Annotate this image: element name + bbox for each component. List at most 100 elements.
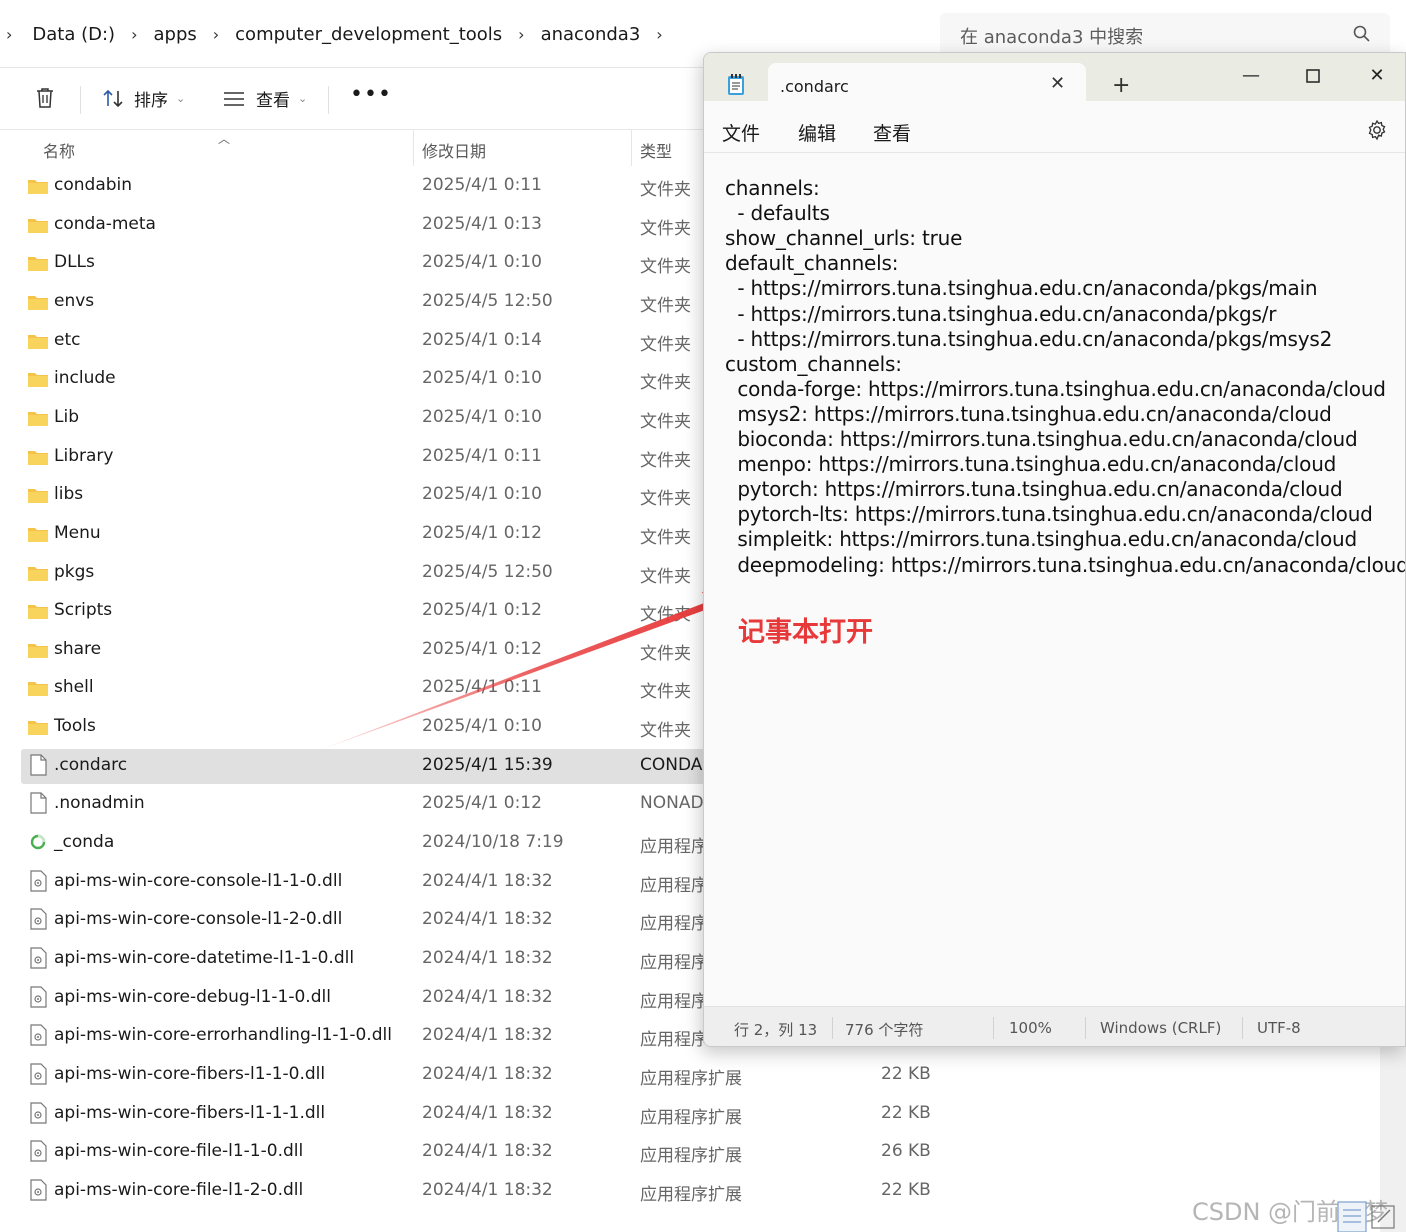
column-header-type[interactable]: 类型 (640, 138, 672, 162)
file-row[interactable]: include 2025/4/1 0:10 文件夹 (21, 362, 721, 397)
delete-button[interactable] (34, 86, 56, 110)
maximize-square-icon (1306, 69, 1320, 83)
file-row[interactable]: etc 2025/4/1 0:14 文件夹 (21, 324, 721, 359)
file-row-selected[interactable]: .condarc 2025/4/1 15:39 CONDA (21, 749, 721, 784)
file-type: 文件夹 (640, 644, 691, 664)
text-editor[interactable]: channels: - defaults show_channel_urls: t… (704, 154, 1405, 1006)
loading-icon (27, 834, 49, 852)
trash-icon (37, 88, 53, 108)
file-row[interactable]: _conda 2024/10/18 7:19 应用程序 (21, 826, 721, 861)
editor-line: show_channel_urls: true (725, 226, 963, 250)
file-modified-date: 2025/4/1 0:12 (422, 639, 542, 659)
chevron-right-icon[interactable]: › (502, 25, 540, 44)
status-divider (1242, 1017, 1243, 1039)
file-row[interactable]: shell 2025/4/1 0:11 文件夹 (21, 671, 721, 706)
list-view-icon (224, 91, 244, 106)
file-size: 22 KB (881, 1103, 931, 1123)
column-header-name[interactable]: 名称 (43, 138, 75, 162)
editor-line: - https://mirrors.tuna.tsinghua.edu.cn/a… (725, 302, 1277, 326)
file-row[interactable]: api-ms-win-core-console-l1-2-0.dll 2024/4… (21, 903, 721, 938)
status-line-ending[interactable]: Windows (CRLF) (1100, 1019, 1221, 1037)
screen: › Data (D:) › apps › computer_developmen… (0, 0, 1406, 1232)
file-modified-date: 2025/4/1 0:13 (422, 214, 542, 234)
file-row[interactable]: api-ms-win-core-errorhandling-l1-1-0.dll… (21, 1019, 721, 1054)
minimize-icon[interactable]: — (1228, 59, 1274, 93)
chevron-right-icon[interactable]: › (0, 25, 32, 44)
file-name: api-ms-win-core-fibers-l1-1-1.dll (54, 1103, 326, 1123)
file-row[interactable]: Tools 2025/4/1 0:10 文件夹 (21, 710, 721, 745)
file-row[interactable]: api-ms-win-core-datetime-l1-1-0.dll 2024/… (21, 942, 721, 977)
file-type: 文件夹 (640, 682, 691, 702)
file-name: Library (54, 446, 114, 466)
file-type: 应用程序 (640, 914, 708, 934)
menu-edit[interactable]: 编辑 (798, 119, 836, 146)
file-row[interactable]: Lib 2025/4/1 0:10 文件夹 (21, 401, 721, 436)
file-type: 文件夹 (640, 180, 691, 200)
chevron-right-icon[interactable]: › (640, 25, 678, 44)
status-encoding[interactable]: UTF-8 (1257, 1019, 1301, 1037)
chevron-right-icon[interactable]: › (197, 25, 235, 44)
file-row[interactable]: share 2025/4/1 0:12 文件夹 (21, 633, 721, 668)
file-row[interactable]: DLLs 2025/4/1 0:10 文件夹 (21, 246, 721, 281)
breadcrumb-item-drive[interactable]: Data (D:) (32, 24, 115, 45)
tab-condarc[interactable]: .condarc ✕ (768, 63, 1086, 103)
file-name: api-ms-win-core-file-l1-1-0.dll (54, 1141, 304, 1161)
file-row[interactable]: .nonadmin 2025/4/1 0:12 NONAD (21, 787, 721, 822)
document-icon (1337, 1201, 1395, 1232)
folder-icon (27, 370, 49, 388)
column-header-modified[interactable]: 修改日期 (422, 138, 486, 162)
column-divider[interactable] (631, 130, 632, 166)
search-input[interactable]: 在 anaconda3 中搜索 (940, 13, 1390, 57)
file-name: Lib (54, 407, 79, 427)
file-row[interactable]: conda-meta 2025/4/1 0:13 文件夹 (21, 208, 721, 243)
file-row[interactable]: condabin 2025/4/1 0:11 文件夹 (21, 169, 721, 204)
file-row[interactable]: api-ms-win-core-fibers-l1-1-0.dll 2024/4/… (21, 1058, 931, 1093)
chevron-down-icon: ⌄ (176, 92, 186, 105)
file-name: share (54, 639, 102, 659)
file-modified-date: 2025/4/1 0:12 (422, 600, 542, 620)
notepad-titlebar[interactable]: .condarc ✕ + — ✕ (704, 53, 1405, 103)
column-divider[interactable] (413, 130, 414, 166)
folder-icon (27, 293, 49, 311)
editor-line: default_channels: (725, 251, 899, 275)
editor-line: conda-forge: https://mirrors.tuna.tsingh… (725, 377, 1386, 401)
file-name: .nonadmin (54, 793, 145, 813)
chevron-down-icon: ⌄ (298, 92, 308, 105)
file-row[interactable]: api-ms-win-core-file-l1-1-0.dll 2024/4/1 … (21, 1135, 931, 1170)
file-row[interactable]: Library 2025/4/1 0:11 文件夹 (21, 440, 721, 475)
file-row[interactable]: libs 2025/4/1 0:10 文件夹 (21, 478, 721, 513)
gear-icon[interactable] (1366, 119, 1388, 141)
file-row[interactable]: pkgs 2025/4/5 12:50 文件夹 (21, 556, 721, 591)
file-row[interactable]: api-ms-win-core-debug-l1-1-0.dll 2024/4/1… (21, 981, 721, 1016)
close-window-icon[interactable]: ✕ (1354, 59, 1400, 93)
file-type: 文件夹 (640, 335, 691, 355)
menu-view[interactable]: 查看 (873, 119, 911, 146)
file-row[interactable]: api-ms-win-core-fibers-l1-1-1.dll 2024/4/… (21, 1097, 931, 1132)
file-name: api-ms-win-core-fibers-l1-1-0.dll (54, 1064, 326, 1084)
breadcrumb-item-anaconda3[interactable]: anaconda3 (541, 24, 641, 45)
file-row[interactable]: envs 2025/4/5 12:50 文件夹 (21, 285, 721, 320)
more-options-icon[interactable]: ••• (350, 82, 392, 107)
file-row[interactable]: Menu 2025/4/1 0:12 文件夹 (21, 517, 721, 552)
file-row[interactable]: api-ms-win-core-file-l1-2-0.dll 2024/4/1 … (21, 1174, 931, 1209)
file-modified-date: 2024/4/1 18:32 (422, 1103, 553, 1123)
folder-icon (27, 641, 49, 659)
sort-button[interactable]: 排序 ⌄ (102, 86, 185, 111)
new-tab-icon[interactable]: + (1112, 73, 1130, 98)
maximize-icon[interactable] (1290, 59, 1336, 93)
dll-icon (27, 1024, 49, 1046)
file-row[interactable]: Scripts 2025/4/1 0:12 文件夹 (21, 594, 721, 629)
breadcrumb-item-apps[interactable]: apps (153, 24, 196, 45)
file-row[interactable]: api-ms-win-core-console-l1-1-0.dll 2024/4… (21, 865, 721, 900)
menu-file[interactable]: 文件 (722, 119, 760, 146)
breadcrumb-item-tools[interactable]: computer_development_tools (235, 24, 502, 45)
folder-icon (27, 718, 49, 736)
folder-icon (27, 254, 49, 272)
file-name: Scripts (54, 600, 113, 620)
close-tab-icon[interactable]: ✕ (1050, 73, 1065, 94)
file-name: pkgs (54, 562, 95, 582)
status-zoom[interactable]: 100% (1009, 1019, 1052, 1037)
file-modified-date: 2025/4/1 0:12 (422, 523, 542, 543)
view-button[interactable]: 查看 ⌄ (222, 86, 307, 111)
chevron-right-icon[interactable]: › (115, 25, 153, 44)
